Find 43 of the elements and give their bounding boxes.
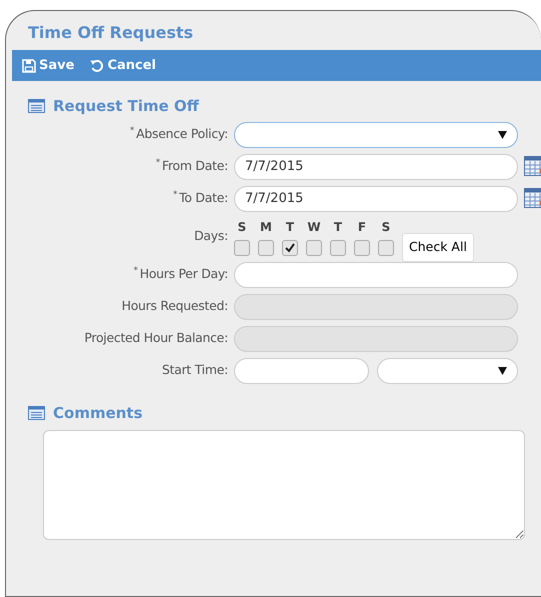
field-label: Projected Hour Balance:: [84, 329, 228, 348]
checkbox[interactable]: [258, 240, 274, 256]
day-label: T: [284, 218, 296, 236]
day-label: F: [356, 218, 368, 236]
day-label: T: [332, 218, 344, 236]
field-label: Start Time:: [162, 361, 228, 380]
checkbox[interactable]: [330, 240, 346, 256]
undo-icon: [90, 58, 104, 72]
section-title: Comments: [53, 402, 143, 424]
field-label: Hours Requested:: [122, 297, 228, 316]
checkbox[interactable]: [354, 240, 370, 256]
dropdown-icon: [498, 366, 507, 374]
checkbox[interactable]: [306, 240, 322, 256]
field-label: Days:: [194, 227, 228, 246]
list-icon: [28, 99, 45, 114]
day-label: S: [236, 218, 248, 236]
cancel-button[interactable]: Cancel: [86, 56, 160, 76]
select-field[interactable]: [234, 122, 518, 148]
day-label: M: [259, 218, 273, 236]
dropdown-icon: [498, 130, 507, 138]
save-button[interactable]: Save: [18, 56, 78, 76]
day-label: S: [380, 218, 392, 236]
checkbox[interactable]: [234, 240, 250, 256]
day-label: W: [306, 218, 322, 236]
date-field[interactable]: 7/7/2015: [234, 154, 518, 180]
calendar-icon[interactable]: [524, 188, 541, 208]
time-field[interactable]: [234, 358, 369, 384]
save-icon: [22, 58, 36, 72]
window-title: Time Off Requests: [27, 22, 194, 44]
date-field[interactable]: 7/7/2015: [234, 186, 518, 212]
list-icon: [28, 406, 45, 420]
comments-field[interactable]: [43, 430, 525, 540]
checkbox[interactable]: [378, 240, 394, 256]
calendar-icon[interactable]: [524, 156, 541, 176]
field-label: * From Date:: [156, 157, 228, 176]
field-label: * Absence Policy:: [130, 125, 228, 144]
field-label: * Hours Per Day:: [134, 265, 228, 284]
select-field[interactable]: [377, 358, 518, 384]
checkbox[interactable]: [282, 240, 298, 256]
check-all-button[interactable]: Check All: [402, 232, 474, 262]
section-title: Request Time Off: [53, 96, 199, 117]
text-field[interactable]: [234, 262, 518, 288]
field-label: * To Date:: [172, 189, 228, 208]
